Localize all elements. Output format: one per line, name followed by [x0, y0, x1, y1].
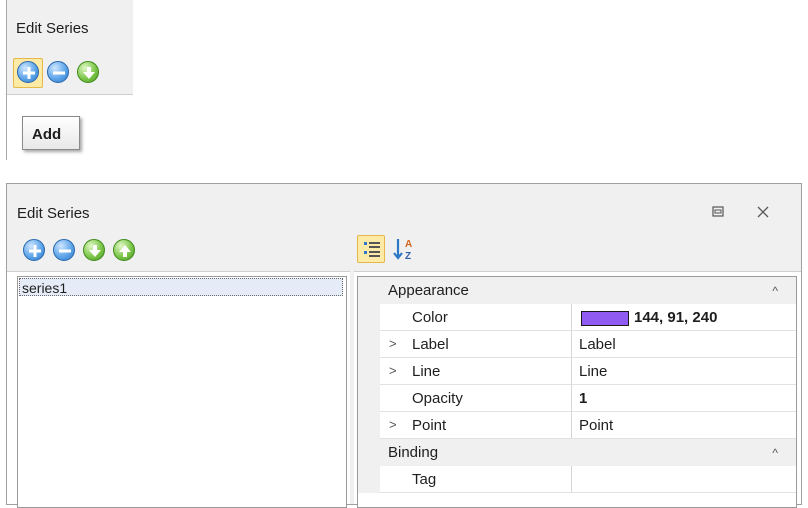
series-name: series1 [22, 280, 68, 296]
property-value[interactable]: 144, 91, 240 [572, 304, 796, 331]
move-down-icon[interactable] [83, 239, 105, 261]
remove-circle-icon[interactable] [53, 239, 75, 261]
title-bar: Edit Series [7, 0, 133, 51]
title-bar: Edit Series [7, 184, 801, 229]
svg-text:Z: Z [405, 251, 411, 262]
add-circle-icon[interactable] [17, 61, 39, 83]
property-value[interactable]: 1 [572, 385, 796, 412]
categorized-view-icon [364, 242, 380, 257]
property-label: Label [412, 336, 449, 353]
close-icon[interactable] [755, 204, 771, 220]
move-down-icon[interactable] [77, 61, 99, 83]
property-row-line[interactable]: > Line Line [358, 358, 796, 385]
series-list[interactable]: series1 [17, 276, 347, 508]
splitter[interactable] [350, 229, 354, 504]
property-label: Point [412, 417, 447, 434]
panel-title: Edit Series [16, 20, 89, 37]
expand-icon[interactable]: > [389, 417, 397, 432]
property-grid[interactable]: Appearance ^ Color 144, 91, 240 > Label L… [357, 276, 797, 508]
property-label: Color [412, 309, 448, 326]
expand-icon[interactable]: > [389, 336, 397, 351]
property-value[interactable] [572, 466, 796, 493]
property-row-label[interactable]: > Label Label [358, 331, 796, 358]
tooltip-text: Add [32, 126, 62, 143]
property-label: Tag [412, 471, 437, 488]
dialog-title: Edit Series [17, 205, 90, 222]
dialog-toolbar: A Z [7, 229, 801, 272]
svg-text:A: A [405, 239, 412, 250]
category-binding[interactable]: Binding ^ [358, 439, 796, 466]
categorized-view-button[interactable] [357, 235, 385, 263]
property-value[interactable]: Line [572, 358, 796, 385]
expand-icon[interactable]: > [389, 363, 397, 378]
property-row-opacity[interactable]: Opacity 1 [358, 385, 796, 412]
restore-window-icon[interactable] [710, 204, 726, 220]
list-item[interactable]: series1 [19, 278, 343, 296]
series-toolbar [7, 50, 133, 95]
category-appearance[interactable]: Appearance ^ [358, 277, 796, 304]
property-row-color[interactable]: Color 144, 91, 240 [358, 304, 796, 331]
edit-series-panel-preview: Edit Series Add [6, 0, 133, 160]
add-tooltip: Add [22, 116, 80, 150]
property-label: Opacity [412, 390, 463, 407]
category-label: Binding [388, 444, 439, 461]
remove-circle-icon[interactable] [47, 61, 69, 83]
category-label: Appearance [388, 282, 469, 299]
property-row-point[interactable]: > Point Point [358, 412, 796, 439]
add-circle-icon[interactable] [23, 239, 45, 261]
edit-series-dialog: Edit Series A Z series1 Appearance ^ Col… [6, 183, 802, 508]
property-value[interactable]: Label [572, 331, 796, 358]
move-up-icon[interactable] [113, 239, 135, 261]
chevron-up-icon[interactable]: ^ [772, 446, 778, 460]
property-value[interactable]: Point [572, 412, 796, 439]
sort-az-icon[interactable]: A Z [391, 235, 419, 263]
property-label: Line [412, 363, 441, 380]
property-row-tag[interactable]: Tag [358, 466, 796, 493]
color-swatch [581, 311, 629, 326]
color-value: 144, 91, 240 [634, 309, 718, 326]
chevron-up-icon[interactable]: ^ [772, 284, 778, 298]
